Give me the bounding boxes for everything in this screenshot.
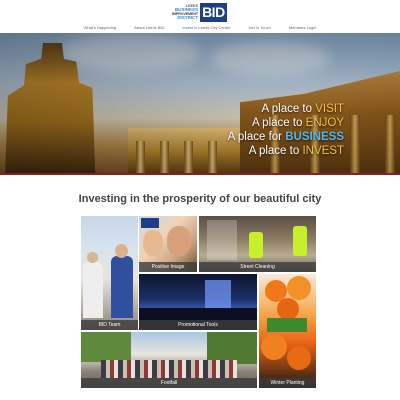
tagline-accent-invest: INVEST — [302, 145, 344, 157]
face-shape — [167, 226, 191, 256]
tagline-prefix: A place for — [227, 131, 286, 143]
crowd-shape — [101, 360, 237, 378]
tile-caption: Footfall — [81, 378, 257, 388]
nav-members-login[interactable]: Members Login — [289, 25, 317, 30]
tile-caption: Winter Planting — [259, 378, 316, 388]
tile-footfall[interactable]: Footfall — [81, 332, 257, 388]
tagline-accent-business: BUSINESS — [285, 131, 344, 143]
tagline-accent-enjoy: ENJOY — [305, 117, 344, 129]
tile-caption: BID Team — [81, 320, 138, 330]
tile-bid-team[interactable]: BID Team — [81, 216, 138, 330]
nav-invest-in-leeds[interactable]: Invest in Leeds City Centre — [182, 25, 230, 30]
bid-team-photo — [81, 216, 138, 330]
tile-caption: Street Cleaning — [199, 262, 316, 272]
logo-bid-mark: BID — [200, 3, 227, 22]
tree-shape — [81, 332, 131, 362]
team-member-jacket — [111, 256, 133, 318]
team-member-face — [115, 244, 128, 258]
tagline-visit: A place to VISIT — [228, 102, 344, 116]
leeds-bid-logo[interactable]: LEEDS BUSINESS IMPROVEMENT DISTRICT BID — [172, 3, 228, 22]
tile-caption: Promotional Tools — [139, 320, 257, 330]
section-title: Investing in the prosperity of our beaut… — [78, 193, 322, 205]
tile-positive-image[interactable]: Positive Image — [139, 216, 197, 272]
tile-street-cleaning[interactable]: Street Cleaning — [199, 216, 316, 272]
main-navigation: What's Happening About Leeds BID Invest … — [0, 25, 400, 30]
worker-vest — [293, 226, 307, 256]
winter-planting-photo — [259, 274, 316, 388]
flower-shape — [261, 334, 287, 360]
tagline-business: A place for BUSINESS — [228, 130, 344, 144]
tagline-accent-visit: VISIT — [315, 103, 344, 115]
worker-vest — [249, 232, 263, 258]
tagline-invest: A place to INVEST — [228, 144, 344, 158]
site-header: LEEDS BUSINESS IMPROVEMENT DISTRICT BID … — [0, 0, 400, 32]
tile-winter-planting[interactable]: Winter Planting — [259, 274, 316, 388]
hero-bottom-rule — [0, 173, 400, 175]
flower-shape — [277, 298, 299, 320]
hero-taglines: A place to VISIT A place to ENJOY A plac… — [228, 102, 344, 158]
shop-window — [207, 220, 237, 260]
tile-promotional-tools[interactable]: Promotional Tools — [139, 274, 257, 330]
foliage-shape — [267, 318, 307, 332]
flower-shape — [287, 346, 311, 370]
logo-wordmark: LEEDS BUSINESS IMPROVEMENT DISTRICT — [172, 3, 200, 22]
tagline-prefix: A place to — [251, 117, 306, 129]
flower-shape — [287, 276, 311, 300]
tagline-prefix: A place to — [261, 103, 316, 115]
visitor-face — [87, 252, 98, 263]
nav-get-in-touch[interactable]: Get in Touch — [248, 25, 270, 30]
face-shape — [143, 230, 163, 256]
visitor-figure — [83, 262, 103, 318]
bid-sign — [141, 218, 159, 228]
logo-line-4: DISTRICT — [177, 15, 199, 20]
tagline-prefix: A place to — [248, 145, 303, 157]
nav-about-leeds-bid[interactable]: About Leeds BID — [134, 25, 164, 30]
tagline-enjoy: A place to ENJOY — [228, 116, 344, 130]
nav-whats-happening[interactable]: What's Happening — [84, 25, 117, 30]
tile-caption: Positive Image — [139, 262, 197, 272]
hero-banner: A place to VISIT A place to ENJOY A plac… — [0, 33, 400, 175]
